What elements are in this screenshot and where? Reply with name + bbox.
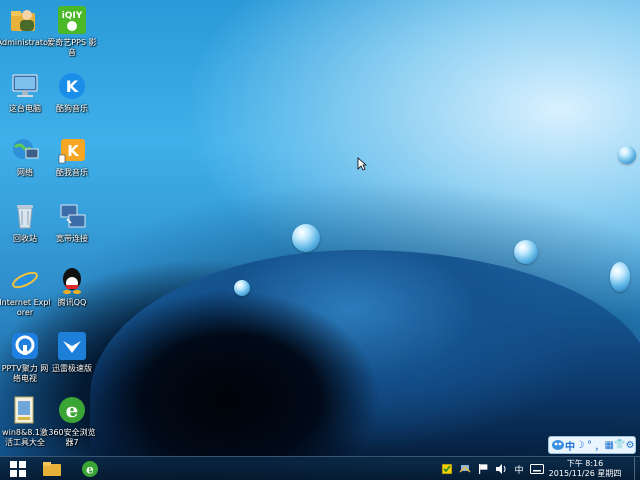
desktop-icon-label: 网络 [17,168,33,177]
desktop-icon-label: 酷我音乐 [56,168,88,177]
desktop-icon-label: 360安全浏览器7 [48,428,96,447]
desktop-icon-label: Administrator [0,38,52,47]
start-icon [10,461,26,477]
desktop-icon-computer[interactable]: 这台电脑 [0,70,51,114]
win8-tool-icon [9,394,41,426]
desktop-icon-label: PPTV聚力 网络电视 [1,364,49,383]
taskbar: e 中 下午 8:16 2015/11/26 星期四 [0,456,640,480]
taskbar-clock[interactable]: 下午 8:16 2015/11/26 星期四 [546,459,624,479]
iqiyi-icon: iQIY [56,4,88,36]
flag-icon[interactable] [475,461,491,477]
water-drop [618,146,636,164]
ime-punct-icon[interactable]: ° [585,438,595,452]
desktop-icon-win8-tool[interactable]: win8&8.1激活工具大全 [0,394,51,448]
desktop-icon-label: 腾讯QQ [57,298,87,307]
tray-ime-indicator[interactable]: 中 [511,461,527,477]
desktop-icon-xunlei[interactable]: 迅雷极速版 [46,330,98,374]
water-drop [610,262,630,292]
browser-360-icon: e [56,394,88,426]
internet-explorer-icon: e [9,264,41,296]
xunlei-icon [56,330,88,362]
clock-date: 2015/11/26 星期四 [548,469,622,478]
ime-halfwidth-icon[interactable]: ☽ [575,438,585,452]
desktop-icon-kugou[interactable]: K 酷狗音乐 [46,70,98,114]
start-button[interactable] [0,458,36,480]
taskbar-360-browser[interactable]: e [72,458,108,480]
svg-text:e: e [66,398,79,422]
volume-icon[interactable] [493,461,509,477]
network-icon [9,134,41,166]
water-drop [234,280,250,296]
water-drop [514,240,538,264]
desktop-icon-pptv[interactable]: PPTV聚力 网络电视 [0,330,51,384]
desktop-icon-administrator[interactable]: Administrator [0,4,52,48]
ime-settings-icon[interactable]: ⚙ [625,438,635,452]
qq-icon [56,264,88,296]
browser-360-icon: e [82,461,98,477]
desktop-icon-label: 爱奇艺PPS 影音 [47,38,97,57]
taskbar-file-explorer[interactable] [34,458,70,480]
desktop-icon-360-browser[interactable]: e 360安全浏览器7 [46,394,98,448]
desktop-icon-label: 回收站 [13,234,37,243]
svg-text:K: K [67,142,80,160]
network-status-icon[interactable] [457,461,473,477]
ime-toolbar[interactable]: 中 ☽ ° ， ▦ 👕 ⚙ [548,436,636,454]
ime-skin-icon[interactable]: 👕 [614,438,625,452]
ime-keyboard-icon[interactable]: ▦ [604,438,614,452]
water-drop [292,224,320,252]
desktop-icon-qq[interactable]: 腾讯QQ [46,264,98,308]
desktop-icon-internet-explorer[interactable]: e Internet Explorer [0,264,51,318]
system-tray: 中 下午 8:16 2015/11/26 星期四 [438,457,640,480]
desktop-icon-label: win8&8.1激活工具大全 [2,428,48,447]
broadband-icon [56,200,88,232]
ime-comma-icon[interactable]: ， [594,438,604,453]
recycle-bin-icon [9,200,41,232]
security-shield-icon[interactable] [439,461,455,477]
ime-logo-icon[interactable] [551,438,565,452]
desktop-icon-label: 这台电脑 [9,104,41,113]
desktop-icon-label: 迅雷极速版 [52,364,92,373]
mouse-cursor [357,156,368,175]
desktop-icon-kuwo[interactable]: K 酷我音乐 [46,134,98,178]
desktop-icon-label: 酷狗音乐 [56,104,88,113]
svg-text:e: e [17,266,34,295]
desktop-icon-broadband[interactable]: 宽带连接 [46,200,98,244]
ime-lang-toggle[interactable]: 中 [565,438,575,453]
computer-icon [9,70,41,102]
keyboard-icon[interactable] [529,461,545,477]
desktop-icon-label: 宽带连接 [56,234,88,243]
file-explorer-icon [43,462,61,476]
svg-text:e: e [86,463,94,477]
desktop-icon-label: Internet Explorer [0,298,51,317]
user-folder-icon [8,4,40,36]
svg-text:K: K [66,77,79,96]
wallpaper-splash [90,250,640,460]
pptv-icon [9,330,41,362]
kuwo-icon: K [56,134,88,166]
show-desktop-button[interactable] [634,457,640,480]
desktop-icon-iqiyi[interactable]: iQIY 爱奇艺PPS 影音 [46,4,98,58]
kugou-icon: K [56,70,88,102]
desktop-icon-network[interactable]: 网络 [0,134,51,178]
svg-text:iQIY: iQIY [62,11,83,21]
desktop-icon-recycle-bin[interactable]: 回收站 [0,200,51,244]
clock-time: 下午 8:16 [566,459,604,468]
